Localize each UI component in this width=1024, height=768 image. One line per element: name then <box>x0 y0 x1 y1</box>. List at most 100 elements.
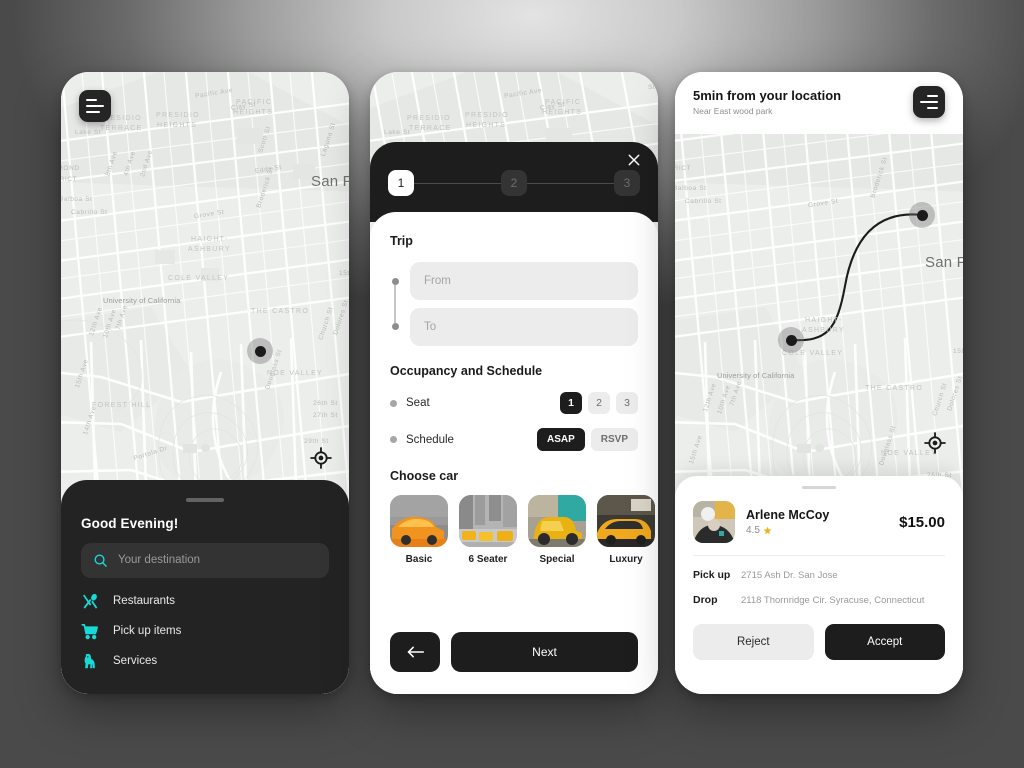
drop-label: Drop <box>693 594 718 607</box>
car-thumb-svg <box>459 495 517 547</box>
schedule-option-rsvp[interactable]: RSVP <box>590 428 638 451</box>
gps-icon-svg <box>924 432 946 454</box>
booking-modal-header: 1 2 3 <box>370 142 658 222</box>
from-input[interactable]: From <box>410 262 638 300</box>
back-arrow-icon <box>407 646 424 658</box>
home-bottom-sheet: Good Evening! Your destination Restauran… <box>61 480 349 694</box>
seat-option-2[interactable]: 2 <box>588 392 610 414</box>
bullet-icon <box>390 436 397 443</box>
service-item-restaurants[interactable]: Restaurants <box>81 592 329 611</box>
car-option-luxury[interactable]: Luxury <box>597 495 655 565</box>
ride-price: $15.00 <box>899 513 945 531</box>
gps-crosshair-icon[interactable] <box>924 432 946 454</box>
seat-label: Seat <box>406 397 430 409</box>
reject-button[interactable]: Reject <box>693 624 814 661</box>
search-input[interactable]: Your destination <box>81 542 329 578</box>
driver-photo <box>693 501 735 544</box>
ride-header-text: 5min from your location Near East wood p… <box>693 88 841 116</box>
car-label: Luxury <box>609 554 643 565</box>
service-list: Restaurants Pick up items Services <box>81 592 329 671</box>
trip-rail <box>390 262 400 346</box>
form-actions: Next <box>390 632 638 672</box>
step-2[interactable]: 2 <box>501 170 527 196</box>
eta-title: 5min from your location <box>693 88 842 103</box>
ride-header: 5min from your location Near East wood p… <box>675 72 963 134</box>
to-placeholder: To <box>424 321 437 333</box>
map-location-pin <box>247 338 273 364</box>
choose-car-title: Choose car <box>390 469 459 483</box>
phone-ride-offer: TRICT Balboa St Cabrillo St Grove St Bro… <box>675 72 963 694</box>
hamburger-menu-icon[interactable] <box>79 90 111 122</box>
driver-name: Arlene McCoy <box>746 508 830 523</box>
driver-rating: 4.5 <box>746 525 829 536</box>
car-thumb-svg <box>528 495 586 547</box>
schedule-row: Schedule ASAP RSVP <box>390 428 638 451</box>
origin-dot <box>391 278 399 285</box>
car-option-6seater[interactable]: 6 Seater <box>459 495 517 565</box>
phone-booking-form: PACIFIC HEIGHTS PRESIDIO TERRACE PRESIDI… <box>370 72 658 694</box>
phone-home-screen: PACIFIC HEIGHTS PRESIDIO TERRACE PRESIDI… <box>61 72 349 694</box>
car-option-basic[interactable]: Basic <box>390 495 448 565</box>
service-item-pickup[interactable]: Pick up items <box>81 622 329 641</box>
accept-button[interactable]: Accept <box>824 624 945 661</box>
service-label: Services <box>113 655 158 667</box>
vintage-yellow-truck-photo <box>528 495 586 547</box>
schedule-option-asap[interactable]: ASAP <box>536 428 585 451</box>
step-1[interactable]: 1 <box>388 170 414 196</box>
pickup-label: Pick up <box>693 569 731 582</box>
close-icon[interactable] <box>626 152 642 168</box>
route-destination-marker <box>909 202 935 228</box>
rail-line <box>394 285 396 323</box>
driver-offer-card: Arlene McCoy 4.5 $15.00 Pick up 2715 Ash… <box>675 476 963 694</box>
card-grabber[interactable] <box>802 486 836 490</box>
step-connector <box>527 182 614 184</box>
bullet-icon <box>390 399 397 407</box>
gps-crosshair-icon[interactable] <box>310 447 332 469</box>
car-thumb-svg <box>390 495 448 547</box>
next-button[interactable]: Next <box>451 632 638 672</box>
car-label: 6 Seater <box>468 554 508 565</box>
dog-icon <box>81 652 100 671</box>
trip-inputs: From To <box>410 262 638 346</box>
seat-option-1[interactable]: 1 <box>560 392 582 414</box>
trip-section-title: Trip <box>390 234 413 248</box>
schedule-options: ASAP RSVP <box>536 428 638 451</box>
route-origin-marker <box>778 327 804 353</box>
step-connector <box>414 182 501 184</box>
seat-option-3[interactable]: 3 <box>616 392 638 414</box>
car-option-special[interactable]: Special <box>528 495 586 565</box>
search-icon <box>94 554 107 567</box>
orange-taxi-photo <box>390 495 448 547</box>
step-3[interactable]: 3 <box>614 170 640 196</box>
driver-info: Arlene McCoy 4.5 <box>746 508 829 536</box>
car-label: Special <box>539 554 575 565</box>
step-indicator: 1 2 3 <box>388 170 640 196</box>
from-placeholder: From <box>424 275 451 287</box>
hamburger-menu-icon[interactable] <box>913 86 945 118</box>
divider <box>693 555 945 557</box>
taxi-fleet-street-photo <box>459 495 517 547</box>
seat-options: 1 2 3 <box>560 392 638 414</box>
to-input[interactable]: To <box>410 308 638 346</box>
car-label: Basic <box>405 554 433 565</box>
occupancy-section-title: Occupancy and Schedule <box>390 364 543 378</box>
yellow-luxury-cab-photo <box>597 495 655 547</box>
offer-actions: Reject Accept <box>693 624 945 661</box>
gps-icon-svg <box>310 447 332 469</box>
restaurant-icon <box>81 592 100 611</box>
pickup-address: 2715 Ash Dr. San Jose <box>741 570 838 582</box>
sheet-grabber[interactable] <box>186 498 224 502</box>
service-item-services[interactable]: Services <box>81 652 329 671</box>
search-placeholder: Your destination <box>118 554 201 566</box>
greeting-text: Good Evening! <box>81 515 179 531</box>
shopping-cart-icon <box>81 622 100 641</box>
star-icon <box>763 526 772 535</box>
drop-row: Drop 2118 Thornridge Cir. Syracuse, Conn… <box>693 594 945 606</box>
back-button[interactable] <box>390 632 440 672</box>
destination-dot <box>391 323 399 330</box>
drop-address: 2118 Thornridge Cir. Syracuse, Connectic… <box>741 595 925 607</box>
car-options-list: Basic 6 Seater Special Luxury <box>390 495 655 565</box>
booking-modal-body: Trip From To Occupancy and Schedule Seat… <box>370 212 658 694</box>
car-thumb-svg <box>597 495 655 547</box>
screenshot-stage: PACIFIC HEIGHTS PRESIDIO TERRACE PRESIDI… <box>0 0 1024 768</box>
